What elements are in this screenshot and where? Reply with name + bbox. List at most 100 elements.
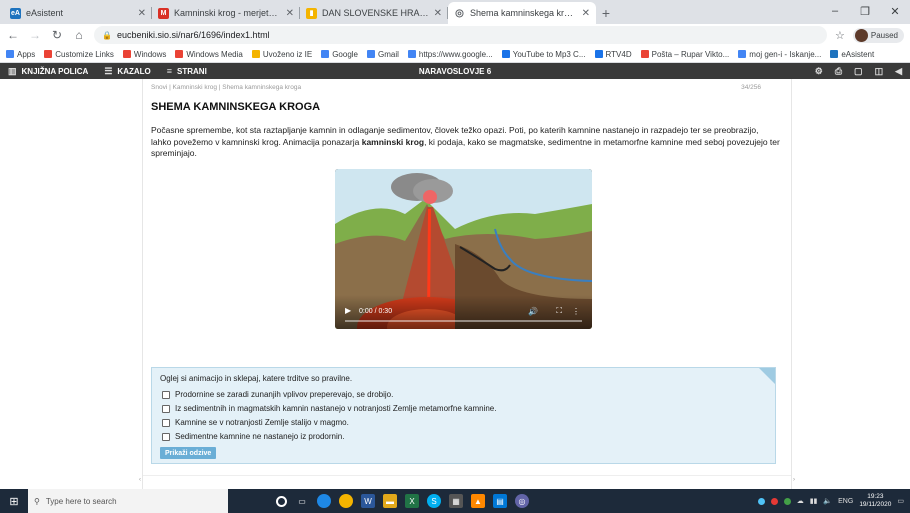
reload-icon[interactable]: ↻: [50, 28, 64, 42]
bookmark-favicon-icon: [251, 50, 260, 58]
bookmark-item[interactable]: moj gen-i - Iskanje...: [738, 50, 821, 59]
tab-shema-kamninskega-kroga[interactable]: ◎ Shema kamninskega kroga ✕: [448, 2, 596, 24]
teams-icon[interactable]: ◎: [515, 494, 529, 508]
home-icon[interactable]: ⌂: [72, 28, 86, 42]
window-controls: – ❐ ✕: [820, 0, 910, 22]
tab-title: Kamninski krog - merjetka.rupar@: [174, 8, 282, 18]
quiz-option-label: Prodornine se zaradi zunanjih vplivov pr…: [175, 390, 394, 399]
tray-app-icon[interactable]: [770, 497, 778, 505]
bookmark-label: moj gen-i - Iskanje...: [749, 49, 822, 59]
bookmark-item[interactable]: https://www.google...: [407, 50, 493, 59]
file-explorer-icon[interactable]: ▬: [383, 494, 397, 508]
bookmark-item[interactable]: Windows Media: [175, 50, 243, 59]
quiz-option-label: Kamnine se v notranjosti Zemlje stalijo …: [175, 418, 349, 427]
word-icon[interactable]: W: [361, 494, 375, 508]
restore-button[interactable]: ❐: [850, 0, 880, 22]
notes-icon[interactable]: ▢: [854, 66, 863, 77]
forward-icon[interactable]: →: [28, 28, 42, 42]
bookmark-favicon-icon: [44, 50, 53, 58]
calculator-icon[interactable]: ▦: [449, 494, 463, 508]
close-icon[interactable]: ✕: [434, 8, 442, 19]
quiz-option[interactable]: Sedimentne kamnine ne nastanejo iz prodo…: [162, 432, 344, 441]
chrome-icon[interactable]: [339, 494, 353, 508]
tab-dan-slovenske-hrane[interactable]: ▮ DAN SLOVENSKE HRANE IN TRA ✕: [300, 2, 448, 24]
fullscreen-icon[interactable]: ◫: [875, 66, 884, 77]
rock-cycle-video[interactable]: ▶ 0:00 / 0:30 🔊 ⛶ ⋮: [335, 169, 592, 329]
close-icon[interactable]: ✕: [582, 8, 590, 19]
library-button[interactable]: ▥ KNJIŽNA POLICA: [8, 66, 88, 77]
fullscreen-icon[interactable]: ⛶: [556, 306, 562, 316]
back-icon[interactable]: ←: [6, 28, 20, 42]
bookmark-favicon-icon: [122, 50, 131, 58]
prev-page-icon[interactable]: ‹: [139, 477, 141, 483]
bookmark-label: Pošta – Rupar Vikto...: [651, 49, 730, 59]
excel-icon[interactable]: X: [405, 494, 419, 508]
close-window-button[interactable]: ✕: [880, 0, 910, 22]
play-icon[interactable]: ▶: [345, 306, 351, 315]
taskbar-search[interactable]: ⚲ Type here to search: [28, 489, 228, 513]
task-view-icon[interactable]: ▭: [295, 494, 309, 508]
contents-button[interactable]: ☰ KAZALO: [104, 66, 150, 77]
minimize-button[interactable]: –: [820, 0, 850, 22]
bookmark-item[interactable]: YouTube to Mp3 C...: [501, 50, 586, 59]
video-progress-bar[interactable]: [345, 320, 582, 322]
close-icon[interactable]: ✕: [138, 8, 146, 19]
volume-icon[interactable]: 🔊: [528, 307, 538, 316]
vlc-icon[interactable]: ▲: [471, 494, 485, 508]
tab-strip: eA eAsistent ✕ M Kamninski krog - merjet…: [0, 0, 910, 24]
windows-start-icon[interactable]: ⊞: [0, 489, 28, 513]
ebook-navbar: ▥ KNJIŽNA POLICA ☰ KAZALO ≡ STRANI NARAV…: [0, 63, 910, 79]
show-feedback-button[interactable]: Prikaži odzive: [160, 447, 217, 459]
edge-icon[interactable]: [317, 494, 331, 508]
cloud-icon[interactable]: ☁: [797, 497, 804, 505]
bookmark-label: Windows: [133, 49, 167, 59]
settings-icon[interactable]: ⚙: [815, 66, 823, 77]
bookmark-item[interactable]: Windows: [122, 49, 167, 59]
calendar-icon[interactable]: ▤: [493, 494, 507, 508]
windows-taskbar: ⊞ ⚲ Type here to search ▭ W ▬ X S ▦ ▲ ▤ …: [0, 489, 910, 513]
next-page-icon[interactable]: ›: [793, 477, 795, 483]
clock[interactable]: 19:23 19/11/2020: [859, 493, 891, 509]
cortana-icon[interactable]: [276, 495, 287, 507]
pages-button[interactable]: ≡ STRANI: [167, 66, 207, 76]
skype-icon[interactable]: S: [427, 494, 441, 508]
checkbox[interactable]: [162, 432, 170, 441]
bookmark-item[interactable]: RTV4D: [594, 50, 632, 59]
tray-app-icon[interactable]: [783, 497, 791, 505]
tray-app-icon[interactable]: [757, 497, 765, 505]
quiz-option[interactable]: Kamnine se v notranjosti Zemlje stalijo …: [162, 418, 349, 427]
network-icon[interactable]: ▮▮: [810, 497, 818, 505]
address-bar[interactable]: 🔒 eucbeniki.sio.si/nar6/1696/index1.html: [94, 26, 827, 44]
volume-icon[interactable]: 🔈: [823, 497, 832, 505]
ebook-tools: ⚙ ⎙ ▢ ◫ ◀: [815, 66, 902, 77]
close-icon[interactable]: ✕: [286, 8, 294, 19]
checkbox[interactable]: [162, 390, 170, 399]
bookmark-item[interactable]: eAsistent: [830, 50, 874, 59]
audio-icon[interactable]: ◀: [895, 66, 902, 77]
print-icon[interactable]: ⎙: [835, 66, 842, 77]
bookmark-item[interactable]: Google: [321, 50, 358, 59]
bookmark-item[interactable]: Gmail: [367, 50, 399, 59]
quiz-box: Oglej si animacijo in sklepaj, katere tr…: [151, 367, 776, 464]
tab-title: eAsistent: [26, 8, 64, 18]
bookmark-item[interactable]: Customize Links: [44, 50, 114, 59]
bookmark-star-icon[interactable]: ☆: [835, 29, 845, 42]
checkbox[interactable]: [162, 404, 170, 413]
notifications-icon[interactable]: ▭: [897, 497, 904, 505]
library-label: KNJIŽNA POLICA: [21, 66, 89, 76]
new-tab-button[interactable]: +: [596, 2, 616, 24]
ebook-page: Snovi | Kamninski krog | Shema kamninske…: [139, 79, 795, 489]
quiz-option[interactable]: Prodornine se zaradi zunanjih vplivov pr…: [162, 390, 393, 399]
bookmark-item[interactable]: Uvoženo iz IE: [251, 50, 312, 59]
bookmark-favicon-icon: [175, 50, 184, 58]
more-options-icon[interactable]: ⋮: [572, 307, 580, 316]
tab-easistent[interactable]: eA eAsistent ✕: [4, 2, 152, 24]
bookmark-item[interactable]: Pošta – Rupar Vikto...: [640, 49, 730, 59]
video-controls: ▶ 0:00 / 0:30 🔊 ⛶ ⋮: [335, 295, 592, 329]
tab-gmail[interactable]: M Kamninski krog - merjetka.rupar@ ✕: [152, 2, 300, 24]
profile-button[interactable]: Paused: [852, 27, 904, 43]
bookmark-item[interactable]: Apps: [6, 50, 35, 59]
checkbox[interactable]: [162, 418, 170, 427]
language-indicator[interactable]: ENG: [838, 498, 853, 505]
quiz-option[interactable]: Iz sedimentnih in magmatskih kamnin nast…: [162, 404, 496, 413]
